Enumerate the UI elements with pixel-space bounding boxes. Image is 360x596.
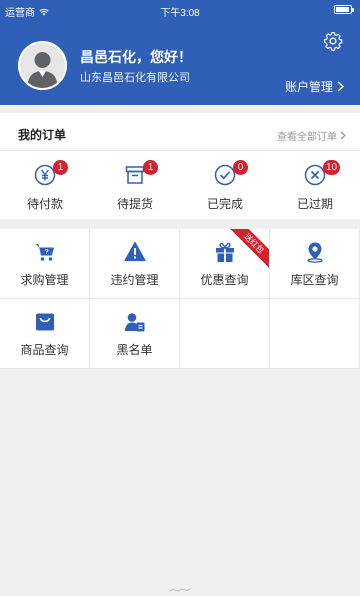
user-list-icon [124,313,145,332]
gift-icon [216,242,234,262]
blacklist-cell[interactable]: 黑名单 [90,299,180,369]
shopping-bag-icon [36,313,54,331]
gear-icon[interactable] [323,31,343,51]
order-pending-pickup[interactable]: 1 待提货 [90,151,180,219]
my-orders-panel: 我的订单 查看全部订单 1 待付款 1 待提货 0 已完成 10 已过期 [0,113,360,219]
empty-cell [270,299,360,369]
location-pin-icon [307,242,323,263]
order-badge: 10 [323,160,341,175]
violation-management-cell[interactable]: 违约管理 [90,229,180,299]
chevron-right-icon [337,81,344,92]
empty-cell [180,299,270,369]
cell-label: 黑名单 [116,343,153,357]
orders-title: 我的订单 [18,128,67,142]
status-time: 下午3:08 [160,8,200,19]
cell-label: 优惠查询 [200,273,249,287]
order-completed[interactable]: 0 已完成 [180,151,270,219]
view-all-orders-link[interactable]: 查看全部订单 [277,128,346,143]
chevron-right-icon [340,131,346,140]
product-query-cell[interactable]: 商品查询 [0,299,90,369]
cell-label: 库区查询 [290,273,339,287]
function-grid: ? 求购管理 违约管理 送红包 优惠查询 库区查询 商品查询 黑名单 [0,229,360,369]
order-label: 待提货 [116,197,153,211]
order-badge: 0 [233,160,248,175]
order-label: 已过期 [296,197,333,211]
order-expired[interactable]: 10 已过期 [270,151,360,219]
order-badge: 1 [53,160,68,175]
battery-icon [334,5,354,14]
order-status-row: 1 待付款 1 待提货 0 已完成 10 已过期 [0,151,360,219]
depot-query-cell[interactable]: 库区查询 [270,229,360,299]
discount-query-cell[interactable]: 送红包 优惠查询 [180,229,270,299]
warning-icon [124,241,146,262]
cell-label: 求购管理 [20,273,69,287]
orders-header: 我的订单 查看全部订单 [0,113,360,151]
status-bar: 运营商 下午3:08 [0,0,360,20]
purchase-management-cell[interactable]: ? 求购管理 [0,229,90,299]
svg-text:?: ? [44,249,48,256]
account-management-link[interactable]: 账户管理 [285,78,344,95]
order-label: 待付款 [26,197,63,211]
avatar[interactable] [18,41,67,90]
view-all-orders-label: 查看全部订单 [277,132,337,143]
cell-label: 商品查询 [20,343,69,357]
greeting-text: 昌邑石化，您好！ [80,49,192,65]
app-header: 运营商 下午3:08 昌邑石化，您好！ 山东昌邑石化有限公司 账户管理 [0,0,360,105]
cell-label: 违约管理 [110,273,159,287]
order-label: 已完成 [206,197,243,211]
company-name: 山东昌邑石化有限公司 [80,72,190,84]
order-pending-payment[interactable]: 1 待付款 [0,151,90,219]
battery-level [336,7,349,12]
bottom-handle-icon [169,588,191,592]
user-silhouette-icon [27,52,58,88]
cart-question-icon: ? [35,244,54,261]
order-badge: 1 [143,160,158,175]
account-management-label: 账户管理 [284,80,333,94]
